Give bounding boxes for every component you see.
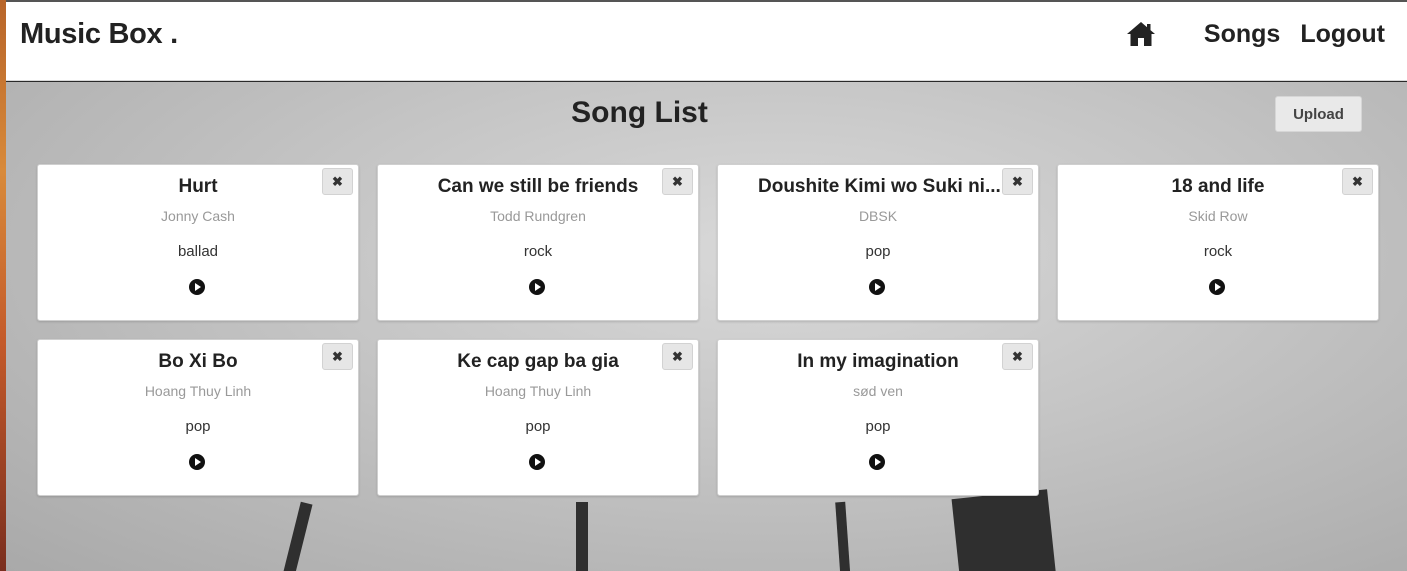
play-icon[interactable] <box>529 279 545 295</box>
upload-button[interactable]: Upload <box>1275 96 1362 132</box>
play-icon[interactable] <box>1209 279 1225 295</box>
guitar-neck-decoration <box>835 501 851 571</box>
nav-links: Songs Logout <box>1126 16 1385 52</box>
song-title: Bo Xi Bo <box>158 351 238 372</box>
song-genre: rock <box>523 243 553 260</box>
song-genre: ballad <box>177 243 219 260</box>
nav-link-logout[interactable]: Logout <box>1300 20 1385 49</box>
song-title: Ke cap gap ba gia <box>457 351 619 372</box>
song-artist: sød ven <box>853 383 903 399</box>
page-title: Song List <box>571 96 708 129</box>
play-icon[interactable] <box>189 279 205 295</box>
song-card: Bo Xi Bo Hoang Thuy Linh pop ✖ <box>37 339 359 496</box>
keyboard-decoration <box>951 489 1057 571</box>
song-genre: rock <box>1203 243 1233 260</box>
song-card: 18 and life Skid Row rock ✖ <box>1057 164 1379 321</box>
delete-song-button[interactable]: ✖ <box>322 343 353 370</box>
guitar-neck-decoration <box>281 501 313 571</box>
song-artist: Todd Rundgren <box>490 208 586 224</box>
song-title: Doushite Kimi wo Suki ni... <box>758 176 1001 197</box>
song-card: Doushite Kimi wo Suki ni... DBSK pop ✖ <box>717 164 1039 321</box>
song-card: Hurt Jonny Cash ballad ✖ <box>37 164 359 321</box>
home-icon[interactable] <box>1126 21 1156 47</box>
delete-song-button[interactable]: ✖ <box>1002 168 1033 195</box>
song-artist: DBSK <box>858 208 898 224</box>
song-artist: Jonny Cash <box>161 208 235 224</box>
play-icon[interactable] <box>189 454 205 470</box>
navbar: Music Box . Songs Logout <box>6 2 1407 81</box>
song-card: In my imagination sød ven pop ✖ <box>717 339 1039 496</box>
nav-link-songs[interactable]: Songs <box>1204 20 1280 49</box>
song-genre: pop <box>865 418 891 435</box>
song-title: Can we still be friends <box>437 176 639 197</box>
delete-song-button[interactable]: ✖ <box>662 168 693 195</box>
song-title: 18 and life <box>1171 176 1265 197</box>
guitar-neck-decoration <box>576 502 588 571</box>
main-content: Song List Upload Hurt Jonny Cash ballad … <box>6 82 1407 571</box>
play-icon[interactable] <box>529 454 545 470</box>
song-genre: pop <box>185 418 211 435</box>
song-card: Ke cap gap ba gia Hoang Thuy Linh pop ✖ <box>377 339 699 496</box>
song-artist: Skid Row <box>1188 208 1248 224</box>
delete-song-button[interactable]: ✖ <box>1342 168 1373 195</box>
play-icon[interactable] <box>869 279 885 295</box>
play-icon[interactable] <box>869 454 885 470</box>
song-artist: Hoang Thuy Linh <box>144 383 252 399</box>
song-genre: pop <box>865 243 891 260</box>
brand-logo[interactable]: Music Box . <box>20 18 178 51</box>
song-genre: pop <box>525 418 551 435</box>
delete-song-button[interactable]: ✖ <box>1002 343 1033 370</box>
song-title: In my imagination <box>797 351 959 372</box>
song-artist: Hoang Thuy Linh <box>484 383 592 399</box>
song-card: Can we still be friends Todd Rundgren ro… <box>377 164 699 321</box>
delete-song-button[interactable]: ✖ <box>322 168 353 195</box>
song-title: Hurt <box>178 176 218 197</box>
delete-song-button[interactable]: ✖ <box>662 343 693 370</box>
